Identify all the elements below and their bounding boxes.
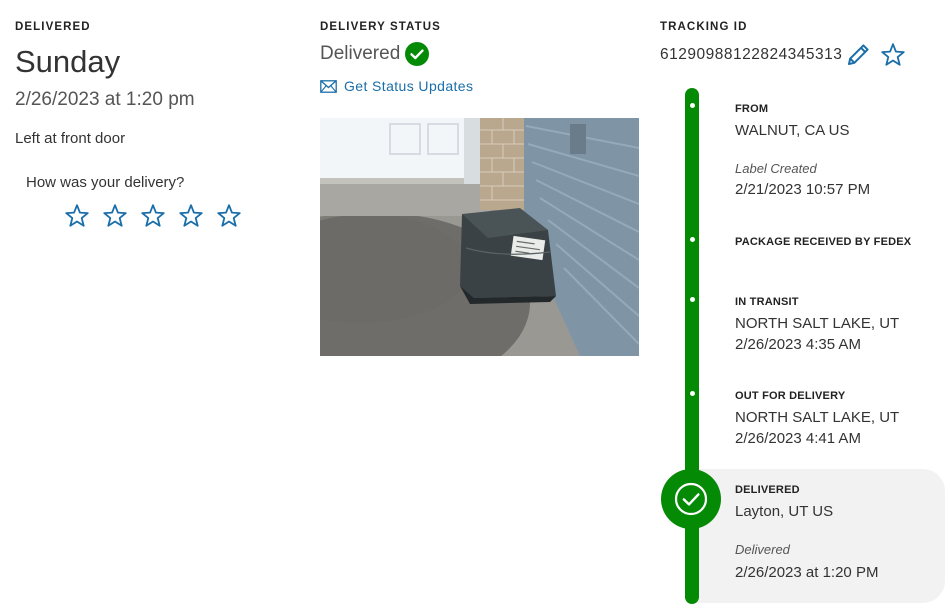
get-status-updates-label: Get Status Updates bbox=[344, 78, 474, 94]
delivery-datetime: 2/26/2023 at 1:20 pm bbox=[15, 89, 195, 110]
delivery-photo[interactable] bbox=[320, 118, 639, 356]
timeline-dot-received bbox=[690, 237, 695, 242]
timeline-dot-in-transit bbox=[690, 297, 695, 302]
tracking-number: 612909881228243453​13 bbox=[660, 46, 843, 63]
timeline-dot-out-for-delivery bbox=[690, 391, 695, 396]
timeline-event-in-transit: IN TRANSIT bbox=[735, 296, 799, 308]
event-location: Layton, UT US bbox=[735, 503, 834, 520]
event-title: PACKAGE RECEIVED BY FEDEX bbox=[735, 236, 912, 248]
event-location: NORTH SALT LAKE, UT bbox=[735, 409, 900, 426]
status-row: Delivered bbox=[320, 42, 430, 66]
delivery-location-note: Left at front door bbox=[15, 130, 126, 147]
event-datetime: 2/26/2023 4:35 AM bbox=[735, 336, 861, 353]
event-datetime: 2/26/2023 at 1:20 PM bbox=[735, 564, 879, 581]
event-title: OUT FOR DELIVERY bbox=[735, 390, 846, 402]
timeline-event-received: PACKAGE RECEIVED BY FEDEX bbox=[735, 236, 911, 248]
timeline-event-delivered: DELIVERED bbox=[735, 484, 800, 496]
check-circle-icon bbox=[405, 42, 430, 66]
event-location: WALNUT, CA US bbox=[735, 122, 850, 139]
event-location: NORTH SALT LAKE, UT bbox=[735, 315, 900, 332]
status-text: Delivered bbox=[320, 43, 401, 64]
timeline-event-out-for-delivery: OUT FOR DELIVERY bbox=[735, 390, 845, 402]
rating-star-2-icon[interactable] bbox=[102, 203, 128, 229]
delivered-event-panel bbox=[692, 469, 945, 603]
event-datetime: 2/21/2023 10:57 PM bbox=[735, 181, 871, 198]
tracking-id-label: TRACKING ID bbox=[660, 21, 748, 33]
timeline-event-from: FROM bbox=[735, 103, 768, 115]
event-status: Label Created bbox=[735, 161, 817, 176]
rating-star-3-icon[interactable] bbox=[140, 203, 166, 229]
rating-star-4-icon[interactable] bbox=[178, 203, 204, 229]
get-status-updates-link[interactable]: Get Status Updates bbox=[320, 78, 473, 94]
delivered-label: DELIVERED bbox=[15, 21, 91, 33]
timeline-dot-from bbox=[690, 103, 695, 108]
event-title: FROM bbox=[735, 103, 769, 115]
tracking-row: 612909881228243453​13 bbox=[660, 42, 906, 68]
delivery-day: Sunday bbox=[15, 44, 121, 79]
rating-star-5-icon[interactable] bbox=[216, 203, 242, 229]
event-title: DELIVERED bbox=[735, 484, 800, 496]
delivery-status-label: DELIVERY STATUS bbox=[320, 21, 441, 33]
event-datetime: 2/26/2023 4:41 AM bbox=[735, 430, 861, 447]
rating-star-1-icon[interactable] bbox=[64, 203, 90, 229]
event-status: Delivered bbox=[735, 542, 790, 557]
delivered-check-circle-icon bbox=[661, 469, 721, 529]
mail-icon bbox=[320, 79, 337, 93]
pencil-icon[interactable] bbox=[845, 42, 871, 68]
star-outline-icon[interactable] bbox=[880, 42, 906, 68]
rating-question: How was your delivery? bbox=[26, 174, 185, 191]
rating-stars bbox=[64, 203, 254, 229]
event-title: IN TRANSIT bbox=[735, 296, 799, 308]
